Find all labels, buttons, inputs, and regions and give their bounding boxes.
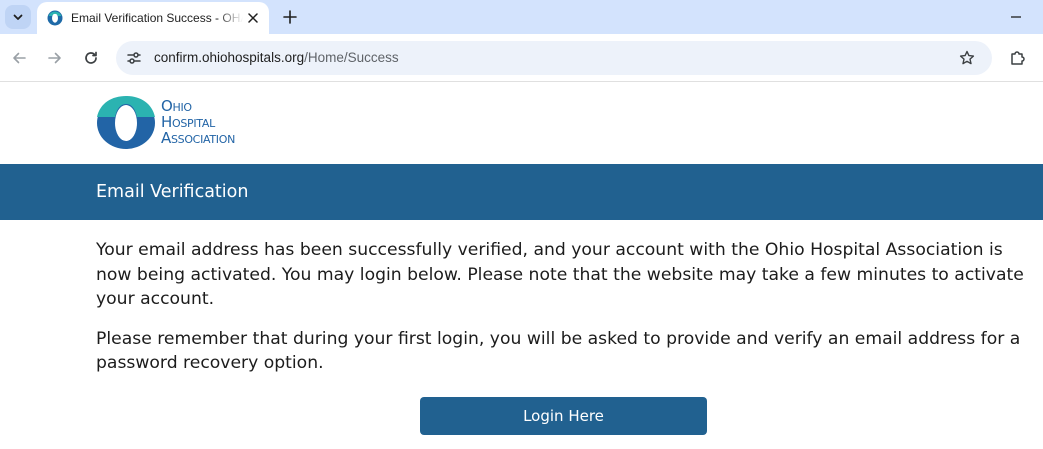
url-domain: confirm.ohiohospitals.org (154, 50, 305, 65)
tune-icon (127, 52, 141, 64)
minimize-button[interactable] (1004, 5, 1028, 29)
forward-button[interactable] (43, 46, 67, 70)
extensions-button[interactable] (1006, 46, 1030, 70)
new-tab-button[interactable] (278, 5, 302, 29)
puzzle-icon (1011, 51, 1025, 65)
tab-search-button[interactable] (5, 5, 31, 29)
page-banner: Email Verification (0, 164, 1043, 220)
login-button[interactable]: Login Here (420, 397, 707, 435)
logo-line-association: Association (161, 129, 236, 147)
back-arrow-icon (13, 52, 26, 64)
plus-icon (283, 10, 297, 24)
chevron-down-icon (13, 14, 23, 20)
oha-logo[interactable]: Ohio Hospital Association (96, 95, 276, 151)
oha-logo-text: Ohio Hospital Association (161, 98, 235, 146)
url-path: /Home/Success (304, 50, 399, 65)
oha-logo-icon (47, 10, 63, 26)
reload-button[interactable] (79, 46, 103, 70)
tab-title: Email Verification Success - OHA (71, 11, 243, 25)
close-icon (248, 13, 258, 23)
bookmark-button[interactable] (956, 47, 978, 69)
forward-arrow-icon (48, 52, 61, 64)
oha-logo-mark (97, 96, 155, 149)
star-icon (959, 50, 975, 65)
verification-message: Your email address has been successfully… (96, 240, 1024, 309)
logo-line-hospital: Hospital (161, 113, 215, 131)
address-bar[interactable]: confirm.ohiohospitals.org/Home/Success (116, 41, 992, 75)
active-tab[interactable]: Email Verification Success - OHA (37, 2, 269, 34)
first-login-note: Please remember that during your first l… (96, 328, 1021, 374)
browser-toolbar: confirm.ohiohospitals.org/Home/Success (0, 34, 1043, 82)
reload-icon (85, 51, 97, 64)
tab-strip: Email Verification Success - OHA (0, 0, 1043, 34)
tab-close-button[interactable] (245, 10, 261, 26)
main-content: Your email address has been successfully… (96, 238, 1036, 376)
url-text[interactable]: confirm.ohiohospitals.org/Home/Success (154, 50, 399, 65)
logo-line-ohio: Ohio (161, 97, 192, 115)
back-button[interactable] (7, 46, 31, 70)
site-info-button[interactable] (122, 46, 146, 70)
page-title: Email Verification (96, 182, 249, 202)
minimize-icon (1011, 16, 1021, 18)
